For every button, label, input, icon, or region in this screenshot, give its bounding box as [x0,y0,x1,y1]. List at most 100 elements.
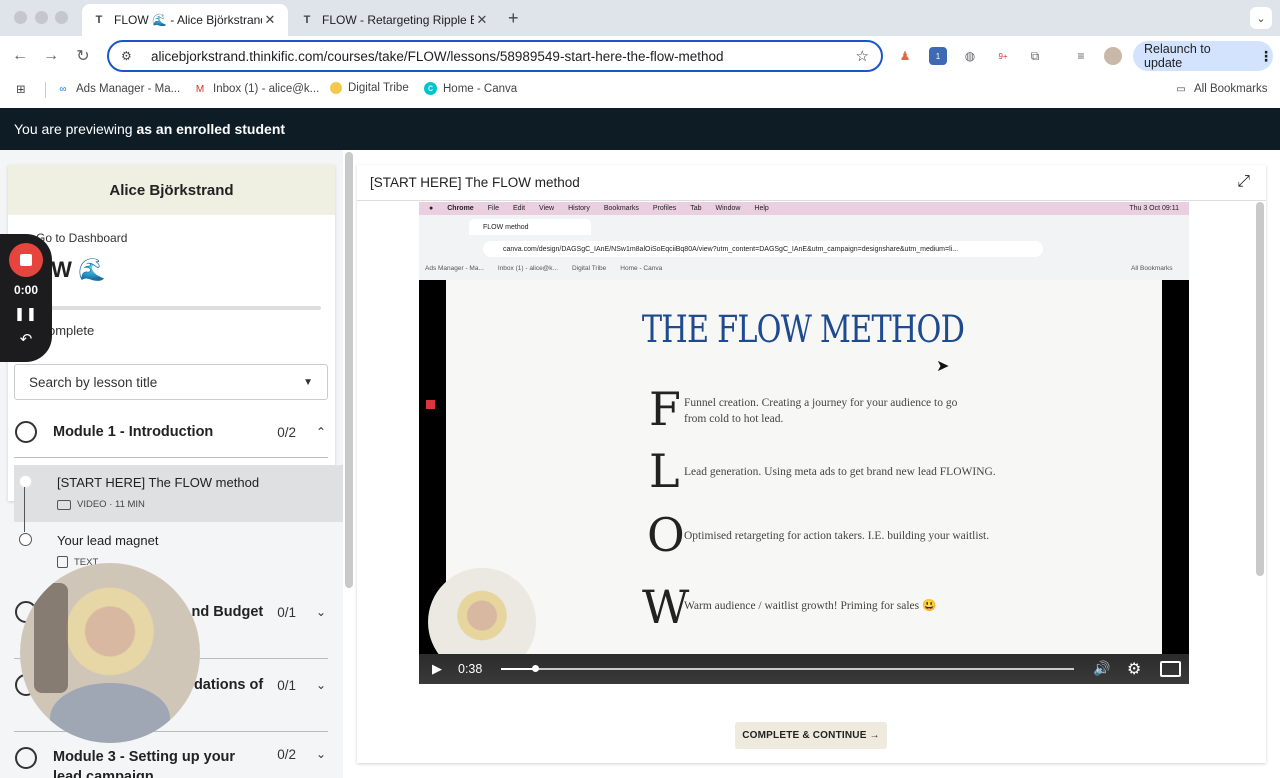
lesson-item[interactable]: Your lead magnet TEXT [14,524,343,570]
extensions-puzzle-icon[interactable]: ⧉ [1026,47,1044,65]
slide-title: THE FLOW METHOD [641,308,965,351]
video-player[interactable]: ● Chrome File Edit View History Bookmark… [419,202,1189,684]
menu-item: File [487,205,499,212]
more-menu-icon: ⋮ [1259,47,1273,64]
presenter-figure [50,683,170,743]
browser-tab-active[interactable]: T FLOW 🌊 - Alice Björkstrand ✕ [82,4,288,36]
settings-gear-icon[interactable]: ⚙ [1127,659,1141,679]
site-settings-icon[interactable]: ⚙ [121,49,137,63]
all-bookmarks-label: All Bookmarks [1194,83,1268,95]
menu-item: Profiles [652,205,677,212]
volume-icon[interactable]: 🔊 [1093,660,1110,677]
all-bookmarks-folder[interactable]: ▭ All Bookmarks [1174,82,1268,96]
sidebar-scrollbar[interactable] [345,152,353,588]
extension-badge: 1 [935,51,941,61]
preview-banner: You are previewing as an enrolled studen… [0,108,1280,150]
complete-continue-button[interactable]: COMPLETE & CONTINUE → [735,722,887,749]
undo-icon[interactable]: ↶ [20,330,33,348]
lesson-header: [START HERE] The FLOW method ⤢ [357,165,1266,201]
bookmark-canva[interactable]: c Home - Canva [424,82,517,95]
video-seek-bar[interactable] [501,665,1074,672]
window-minimize-dot[interactable] [35,11,48,24]
menu-item: Bookmarks [603,205,639,212]
module-status-circle [15,421,37,443]
main-scrollbar[interactable] [1256,202,1264,576]
recorded-all-bookmarks: All Bookmarks [1131,265,1173,272]
expand-icon[interactable]: ⤢ [1237,173,1250,191]
apps-grid-icon[interactable]: ⊞ [16,82,26,96]
window-close-dot[interactable] [14,11,27,24]
browser-toolbar: ← → ↻ ⚙ alicebjorkstrand.thinkific.com/c… [0,36,1280,76]
video-time: 0:38 [458,662,483,676]
gmail-icon: M [195,83,205,95]
thinkific-favicon-icon: T [95,14,103,26]
play-icon[interactable]: ▶ [432,661,442,677]
relaunch-button[interactable]: Relaunch to update ⋮ [1133,41,1273,71]
video-controls: ▶ 0:38 🔊 ⚙ [419,654,1189,684]
module-count: 0/2 [277,747,296,762]
digital-tribe-icon [330,82,342,94]
module-count: 0/1 [277,677,296,693]
flow-desc-f: Funnel creation. Creating a journey for … [684,397,958,425]
lesson-item-active[interactable]: [START HERE] The FLOW method VIDEO · 11 … [14,465,343,522]
fullscreen-icon[interactable] [1160,661,1181,677]
tab-close-icon[interactable]: ✕ [474,12,490,28]
recorded-address-bar: canva.com/design/DAGSgC_IAnE/NSw1m8alOiS… [483,241,1043,257]
new-tab-button[interactable]: + [508,8,519,29]
window-zoom-dot[interactable] [55,11,68,24]
recorded-tab-title: FLOW method [483,223,529,231]
module-count: 0/2 [277,424,296,440]
pause-icon[interactable]: ❚❚ [14,306,38,322]
progress-complete-text: omplete [48,323,95,338]
apple-icon: ● [429,205,434,212]
webcam-bubble[interactable] [20,563,200,743]
tab-search-chevron-icon[interactable]: ⌄ [1250,7,1272,29]
bookmark-star-icon[interactable]: ☆ [856,47,869,65]
bookmark-ads-manager[interactable]: ∞ Ads Manager - Ma... [56,82,180,96]
browser-tab[interactable]: T FLOW - Retargeting Ripple Ef ✕ [290,4,500,36]
bookmark-digital-tribe[interactable]: Digital Tribe [330,82,409,94]
module-1[interactable]: Module 1 - Introduction 0/2 ⌃ [14,407,328,457]
thinkific-favicon-icon: T [303,14,311,26]
flow-letter-o: O [647,508,685,562]
module-title: Module 1 - Introduction [53,424,214,440]
course-author: Alice Björkstrand [8,165,335,215]
go-to-dashboard-link[interactable]: Go to Dashboard [36,231,127,245]
bookmarks-bar: ⊞ ∞ Ads Manager - Ma... M Inbox (1) - al… [0,76,1280,104]
recorded-bookmark: Digital Tribe [571,265,607,272]
extension-icon[interactable]: ♟ [896,47,914,65]
back-arrow-icon[interactable]: ← [9,45,31,67]
extension-icon[interactable]: 9+ [994,47,1012,65]
bookmark-label: Home - Canva [443,82,518,95]
bookmark-inbox[interactable]: M Inbox (1) - alice@k... [193,82,319,96]
recording-indicator [426,400,435,409]
chevron-down-icon[interactable]: ⌄ [314,678,328,692]
reading-list-icon[interactable]: ≡ [1072,47,1090,65]
address-bar[interactable]: ⚙ alicebjorkstrand.thinkific.com/courses… [107,40,883,72]
module-title-line: Module 3 - Setting up your [53,749,236,765]
lesson-search-select[interactable]: Search by lesson title ▼ [14,364,328,400]
course-progress-bar [38,306,321,310]
reload-icon[interactable]: ↻ [72,45,94,67]
globe-extension-icon[interactable]: ◍ [961,47,979,65]
extension-icon[interactable]: 1 [929,47,947,65]
preview-emphasis: as an enrolled student [136,121,286,137]
background-decor [34,583,68,693]
module-title-line: lead campaign [53,769,154,778]
chevron-up-icon[interactable]: ⌃ [314,425,328,439]
chevron-down-icon[interactable]: ⌄ [314,605,328,619]
flow-letter-f: F [649,382,681,436]
stop-recording-button[interactable] [9,243,43,277]
url-text[interactable]: alicebjorkstrand.thinkific.com/courses/t… [151,49,856,64]
lesson-heading: [START HERE] The FLOW method [370,175,580,190]
forward-arrow-icon[interactable]: → [40,45,62,67]
flow-letter-w: W [642,580,690,634]
profile-avatar[interactable] [1104,47,1122,65]
chevron-down-icon[interactable]: ⌄ [314,747,328,761]
tab-close-icon[interactable]: ✕ [262,12,278,28]
module-divider [14,457,328,458]
module-status-circle [15,747,37,769]
video-seek-handle[interactable] [532,665,540,672]
browser-tab-strip: T FLOW 🌊 - Alice Björkstrand ✕ T FLOW - … [0,0,1280,36]
mouse-cursor-icon: ➤ [936,358,950,375]
